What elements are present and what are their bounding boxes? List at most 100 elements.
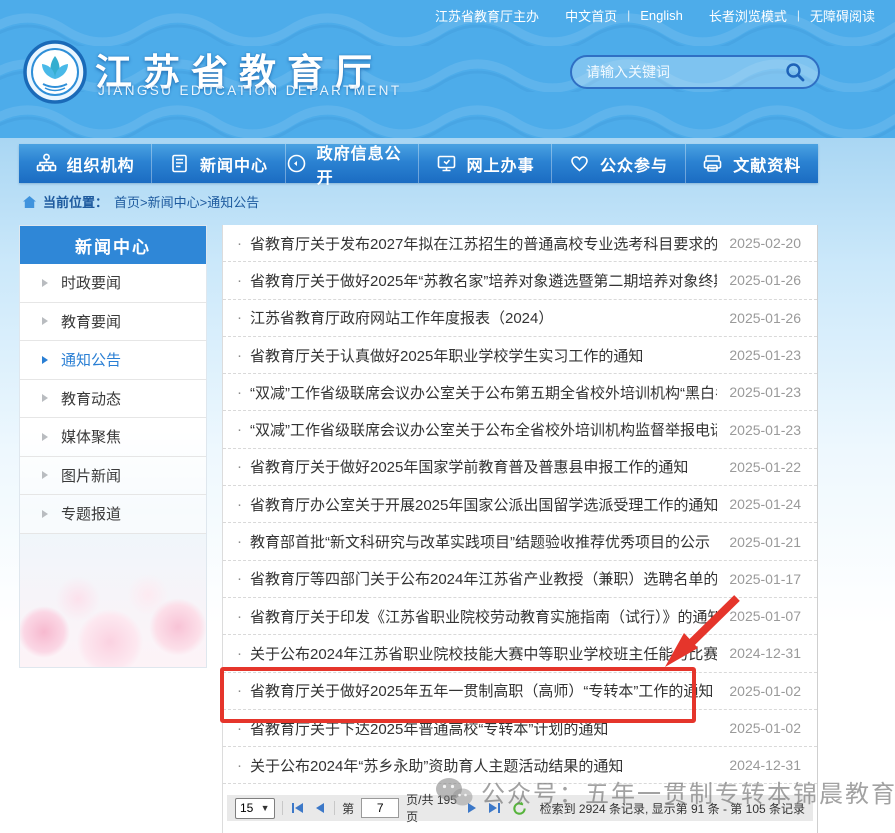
news-doc-icon — [169, 153, 190, 174]
news-link[interactable]: 省教育厅关于做好2025年“苏教名家”培养对象遴选暨第二期培养对象终期... — [250, 270, 717, 291]
news-list-item: · 教育部首批“新文科研究与改革实践项目”结题验收推荐优秀项目的公示 2025-… — [223, 523, 817, 560]
news-link[interactable]: 省教育厅关于认真做好2025年职业学校学生实习工作的通知 — [250, 345, 717, 366]
bullet-dot: · — [237, 720, 242, 737]
page-size-select[interactable]: 15 ▼ — [235, 798, 275, 819]
news-list-item: · “双减”工作省级联席会议办公室关于公布第五期全省校外培训机构“黑白名单...… — [223, 374, 817, 411]
news-date: 2024-12-31 — [729, 645, 801, 661]
news-list-item: · 省教育厅关于下达2025年普通高校“专转本”计划的通知 2025-01-02 — [223, 710, 817, 747]
main-nav: 组织机构 新闻中心 政府信息公开 — [19, 144, 818, 183]
news-link[interactable]: 教育部首批“新文科研究与改革实践项目”结题验收推荐优秀项目的公示 — [250, 531, 717, 552]
nav-item-news-center[interactable]: 新闻中心 — [151, 144, 284, 183]
nav-item-label: 公众参与 — [600, 152, 668, 176]
bullet-dot: · — [237, 272, 242, 289]
triangle-marker-icon — [42, 356, 48, 364]
topbar-link-english[interactable]: English — [640, 8, 683, 23]
topbar-link-elder-mode[interactable]: 长者浏览模式 — [709, 6, 787, 25]
sidebar-item[interactable]: 专题报道 — [20, 495, 206, 534]
sidebar-item[interactable]: 时政要闻 — [20, 264, 206, 303]
triangle-marker-icon — [42, 279, 48, 287]
heart-icon — [569, 153, 590, 174]
bullet-dot: · — [237, 682, 242, 699]
news-date: 2025-01-24 — [729, 496, 801, 512]
nav-item-label: 政府信息公开 — [317, 140, 418, 188]
org-chart-icon — [36, 153, 57, 174]
page-label-prefix: 第 — [342, 800, 354, 817]
page-label-suffix: 页/共 195 页 — [406, 791, 457, 825]
sidebar-item-label: 图片新闻 — [61, 465, 121, 486]
news-link[interactable]: 关于公布2024年江苏省职业院校技能大赛中等职业学校班主任能力比赛获奖 — [250, 643, 717, 664]
news-link[interactable]: 省教育厅办公室关于开展2025年国家公派出国留学选派受理工作的通知 — [250, 494, 717, 515]
news-link[interactable]: “双减”工作省级联席会议办公室关于公布全省校外培训机构监督举报电话的公... — [250, 419, 717, 440]
bullet-dot: · — [237, 384, 242, 401]
archive-icon — [702, 153, 723, 174]
news-link[interactable]: 省教育厅等四部门关于公布2024年江苏省产业教授（兼职）选聘名单的通知 — [250, 568, 717, 589]
refresh-icon — [512, 801, 527, 816]
home-icon — [22, 195, 37, 209]
site-header: 江苏省教育厅主办 中文首页 | English 长者浏览模式 | 无障碍阅读 江… — [0, 0, 895, 138]
nav-item-gov-info[interactable]: 政府信息公开 — [285, 144, 418, 183]
news-date: 2024-12-31 — [729, 757, 801, 773]
bullet-dot: · — [237, 608, 242, 625]
last-page-icon — [488, 802, 501, 814]
breadcrumb: 当前位置： 首页>新闻中心>通知公告 — [22, 192, 259, 211]
divider — [334, 801, 335, 815]
page-number-input[interactable] — [361, 798, 399, 818]
nav-item-documents[interactable]: 文献资料 — [685, 144, 818, 183]
refresh-button[interactable] — [510, 801, 529, 816]
triangle-marker-icon — [42, 394, 48, 402]
sidebar-item[interactable]: 教育动态 — [20, 380, 206, 419]
search-button[interactable] — [784, 61, 806, 83]
news-link[interactable]: 省教育厅关于印发《江苏省职业院校劳动教育实施指南（试行）》的通知 — [250, 606, 717, 627]
news-link[interactable]: “双减”工作省级联席会议办公室关于公布第五期全省校外培训机构“黑白名单... — [250, 382, 717, 403]
news-date: 2025-01-22 — [729, 459, 801, 475]
news-link[interactable]: 省教育厅关于做好2025年五年一贯制高职（高师）“专转本”工作的通知 — [250, 680, 717, 701]
sidebar-item-label: 教育动态 — [61, 388, 121, 409]
topbar-link-accessibility[interactable]: 无障碍阅读 — [810, 6, 875, 25]
sidebar-item[interactable]: 媒体聚焦 — [20, 418, 206, 457]
sidebar-item[interactable]: 图片新闻 — [20, 457, 206, 496]
triangle-marker-icon — [42, 510, 48, 518]
news-list-item: · “双减”工作省级联席会议办公室关于公布全省校外培训机构监督举报电话的公...… — [223, 411, 817, 448]
site-subtitle: JIANGSU EDUCATION DEPARTMENT — [98, 83, 401, 98]
search-input[interactable] — [584, 63, 784, 81]
news-date: 2025-01-07 — [729, 608, 801, 624]
next-page-icon — [467, 802, 477, 814]
nav-item-organization[interactable]: 组织机构 — [19, 144, 151, 183]
next-page-button[interactable] — [465, 802, 479, 814]
breadcrumb-label: 当前位置： — [43, 192, 108, 211]
previous-page-button[interactable] — [313, 802, 327, 814]
news-link[interactable]: 江苏省教育厅政府网站工作年度报表（2024） — [250, 307, 717, 328]
news-date: 2025-01-02 — [729, 683, 801, 699]
last-page-button[interactable] — [486, 802, 503, 814]
news-date: 2025-01-23 — [729, 384, 801, 400]
news-date: 2025-01-17 — [729, 571, 801, 587]
nav-item-public-participation[interactable]: 公众参与 — [551, 144, 684, 183]
bullet-dot: · — [237, 533, 242, 550]
bullet-dot: · — [237, 496, 242, 513]
news-link[interactable]: 关于公布2024年“苏乡永助”资助育人主题活动结果的通知 — [250, 755, 717, 776]
breadcrumb-path[interactable]: 首页>新闻中心>通知公告 — [114, 192, 259, 211]
sidebar-item-label: 媒体聚焦 — [61, 426, 121, 447]
news-list-item: · 省教育厅关于发布2027年拟在江苏招生的普通高校专业选考科目要求的公告 20… — [223, 225, 817, 262]
sidebar-item[interactable]: 教育要闻 — [20, 303, 206, 342]
news-link[interactable]: 省教育厅关于做好2025年国家学前教育普及普惠县申报工作的通知 — [250, 456, 717, 477]
nav-item-online-services[interactable]: 网上办事 — [418, 144, 551, 183]
news-list-panel: · 省教育厅关于发布2027年拟在江苏招生的普通高校专业选考科目要求的公告 20… — [222, 225, 818, 833]
page-size-value: 15 — [240, 801, 253, 815]
sidebar-item-label: 通知公告 — [61, 349, 121, 370]
sidebar-item[interactable]: 通知公告 — [20, 341, 206, 380]
first-page-button[interactable] — [289, 802, 306, 814]
divider — [282, 801, 283, 815]
chevron-down-icon: ▼ — [261, 803, 270, 813]
pagination-bar: 15 ▼ 第 页/共 195 页 — [227, 795, 813, 821]
nav-item-label: 新闻中心 — [200, 152, 268, 176]
triangle-marker-icon — [42, 471, 48, 479]
topbar-link-host[interactable]: 江苏省教育厅主办 — [435, 6, 539, 25]
news-link[interactable]: 省教育厅关于发布2027年拟在江苏招生的普通高校专业选考科目要求的公告 — [250, 233, 717, 254]
bullet-dot: · — [237, 757, 242, 774]
news-date: 2025-01-26 — [729, 272, 801, 288]
topbar-link-chinese-home[interactable]: 中文首页 — [565, 6, 617, 25]
monitor-icon — [436, 153, 457, 174]
banner: 江苏省教育厅 JIANGSU EDUCATION DEPARTMENT — [0, 30, 895, 138]
news-link[interactable]: 省教育厅关于下达2025年普通高校“专转本”计划的通知 — [250, 718, 717, 739]
